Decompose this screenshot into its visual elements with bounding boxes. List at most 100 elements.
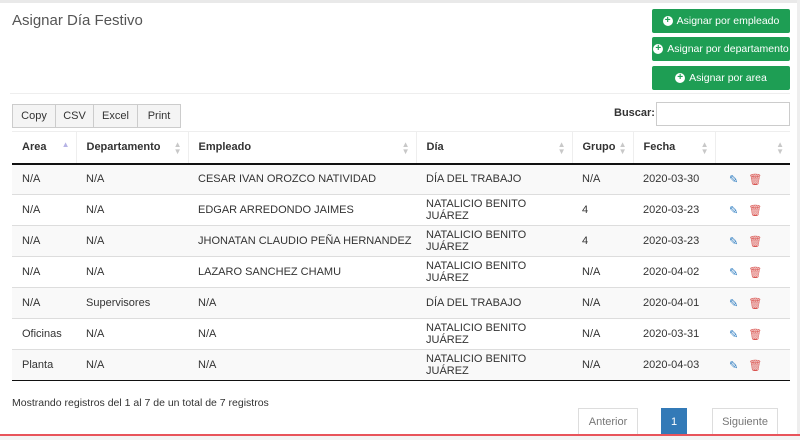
- pencil-icon[interactable]: ✎: [729, 297, 738, 310]
- column-header-departamento[interactable]: Departamento ▲ ▼: [76, 131, 189, 165]
- cell-dia: NATALICIO BENITO JUÁREZ: [416, 256, 572, 288]
- sort-icon: ▲ ▼: [557, 140, 566, 156]
- cell-dia: DÍA DEL TRABAJO: [416, 287, 572, 319]
- table-row: N/A Supervisores N/A DÍA DEL TRABAJO N/A…: [12, 287, 790, 319]
- print-button[interactable]: Print: [137, 104, 181, 128]
- pencil-icon[interactable]: ✎: [729, 328, 738, 341]
- cell-area: N/A: [12, 163, 76, 195]
- cell-departamento: N/A: [76, 163, 188, 195]
- trash-icon[interactable]: 🗑: [748, 235, 762, 248]
- excel-button[interactable]: Excel: [93, 104, 138, 128]
- cell-fecha: 2020-03-31: [633, 318, 715, 350]
- cell-dia: NATALICIO BENITO JUÁREZ: [416, 318, 572, 350]
- sort-icon: ▲ ▼: [700, 140, 709, 156]
- cell-grupo: N/A: [572, 318, 633, 350]
- csv-button[interactable]: CSV: [55, 104, 94, 128]
- table-header-row: Area ▲ Departamento ▲ ▼ Empleado ▲ ▼ Día ▲ ▼ Gr…: [12, 131, 790, 165]
- cell-fecha: 2020-03-23: [633, 225, 715, 257]
- pencil-icon[interactable]: ✎: [729, 235, 738, 248]
- column-header-grupo[interactable]: Grupo ▲ ▼: [572, 131, 634, 165]
- pencil-icon[interactable]: ✎: [729, 204, 738, 217]
- assign-by-department-button[interactable]: + Asignar por departamento: [652, 37, 790, 61]
- table-row: Planta N/A N/A NATALICIO BENITO JUÁREZ N…: [12, 349, 790, 381]
- cell-grupo: N/A: [572, 163, 633, 195]
- cell-fecha: 2020-04-01: [633, 287, 715, 319]
- cell-dia: NATALICIO BENITO JUÁREZ: [416, 194, 572, 226]
- assign-by-area-button[interactable]: + Asignar por area: [652, 66, 790, 90]
- cell-actions: ✎ 🗑: [715, 163, 790, 195]
- page: Asignar Día Festivo + Asignar por emplea…: [0, 0, 800, 440]
- cell-departamento: N/A: [76, 194, 188, 226]
- cell-actions: ✎ 🗑: [715, 225, 790, 257]
- cell-empleado: LAZARO SANCHEZ CHAMU: [188, 256, 416, 288]
- plus-circle-icon: +: [662, 16, 673, 26]
- cell-area: Oficinas: [12, 318, 76, 350]
- table-info: Mostrando registros del 1 al 7 de un tot…: [12, 397, 269, 409]
- assign-by-area-label: Asignar por area: [689, 72, 767, 84]
- pencil-icon[interactable]: ✎: [729, 359, 738, 372]
- pencil-icon[interactable]: ✎: [729, 173, 738, 186]
- cell-grupo: 4: [572, 225, 633, 257]
- cell-departamento: N/A: [76, 318, 188, 350]
- assign-by-department-label: Asignar por departamento: [667, 43, 789, 55]
- cell-departamento: N/A: [76, 256, 188, 288]
- column-header-empleado[interactable]: Empleado ▲ ▼: [188, 131, 417, 165]
- cell-empleado: CESAR IVAN OROZCO NATIVIDAD: [188, 163, 416, 195]
- cell-grupo: N/A: [572, 287, 633, 319]
- trash-icon[interactable]: 🗑: [748, 359, 762, 372]
- cell-dia: NATALICIO BENITO JUÁREZ: [416, 225, 572, 257]
- cell-actions: ✎ 🗑: [715, 256, 790, 288]
- trash-icon[interactable]: 🗑: [748, 328, 762, 341]
- page-title: Asignar Día Festivo: [12, 12, 143, 29]
- cell-empleado: N/A: [188, 318, 416, 350]
- assign-by-employee-button[interactable]: + Asignar por empleado: [652, 9, 790, 33]
- trash-icon[interactable]: 🗑: [748, 266, 762, 279]
- cell-departamento: N/A: [76, 349, 188, 381]
- page-1-button[interactable]: 1: [661, 408, 687, 436]
- header-divider: [10, 93, 790, 94]
- column-header-actions[interactable]: ▲ ▼: [715, 131, 790, 165]
- table-row: N/A N/A JHONATAN CLAUDIO PEÑA HERNANDEZ …: [12, 225, 790, 257]
- trash-icon[interactable]: 🗑: [748, 204, 762, 217]
- cell-area: N/A: [12, 225, 76, 257]
- cell-grupo: 4: [572, 194, 633, 226]
- sort-icon: ▲ ▼: [618, 140, 627, 156]
- table-row: N/A N/A EDGAR ARREDONDO JAIMES NATALICIO…: [12, 194, 790, 226]
- copy-button[interactable]: Copy: [12, 104, 56, 128]
- cell-actions: ✎ 🗑: [715, 287, 790, 319]
- trash-icon[interactable]: 🗑: [748, 173, 762, 186]
- search-label: Buscar:: [614, 107, 655, 119]
- cell-actions: ✎ 🗑: [715, 194, 790, 226]
- table-row: N/A N/A CESAR IVAN OROZCO NATIVIDAD DÍA …: [12, 163, 790, 195]
- cell-actions: ✎ 🗑: [715, 318, 790, 350]
- cell-grupo: N/A: [572, 256, 633, 288]
- cell-area: Planta: [12, 349, 76, 381]
- trash-icon[interactable]: 🗑: [748, 297, 762, 310]
- previous-page-button[interactable]: Anterior: [578, 408, 638, 436]
- holidays-table: Area ▲ Departamento ▲ ▼ Empleado ▲ ▼ Día ▲ ▼ Gr…: [12, 131, 790, 381]
- cell-fecha: 2020-04-02: [633, 256, 715, 288]
- cell-area: N/A: [12, 287, 76, 319]
- search-input[interactable]: [656, 102, 790, 126]
- cell-fecha: 2020-03-30: [633, 163, 715, 195]
- column-header-fecha[interactable]: Fecha ▲ ▼: [633, 131, 716, 165]
- cell-fecha: 2020-03-23: [633, 194, 715, 226]
- column-header-dia[interactable]: Día ▲ ▼: [416, 131, 573, 165]
- sort-icon: ▲ ▼: [401, 140, 410, 156]
- cell-departamento: Supervisores: [76, 287, 188, 319]
- bottom-strip: [0, 436, 800, 440]
- pencil-icon[interactable]: ✎: [729, 266, 738, 279]
- sort-asc-icon: ▲: [61, 140, 70, 149]
- sort-icon: ▲ ▼: [776, 140, 784, 156]
- cell-grupo: N/A: [572, 349, 633, 381]
- plus-circle-icon: +: [653, 44, 664, 54]
- column-header-area[interactable]: Area ▲: [12, 131, 77, 165]
- cell-empleado: JHONATAN CLAUDIO PEÑA HERNANDEZ: [188, 225, 416, 257]
- cell-dia: NATALICIO BENITO JUÁREZ: [416, 349, 572, 381]
- cell-area: N/A: [12, 256, 76, 288]
- next-page-button[interactable]: Siguiente: [712, 408, 778, 436]
- table-row: Oficinas N/A N/A NATALICIO BENITO JUÁREZ…: [12, 318, 790, 350]
- plus-circle-icon: +: [675, 73, 686, 83]
- table-row: N/A N/A LAZARO SANCHEZ CHAMU NATALICIO B…: [12, 256, 790, 288]
- cell-empleado: N/A: [188, 349, 416, 381]
